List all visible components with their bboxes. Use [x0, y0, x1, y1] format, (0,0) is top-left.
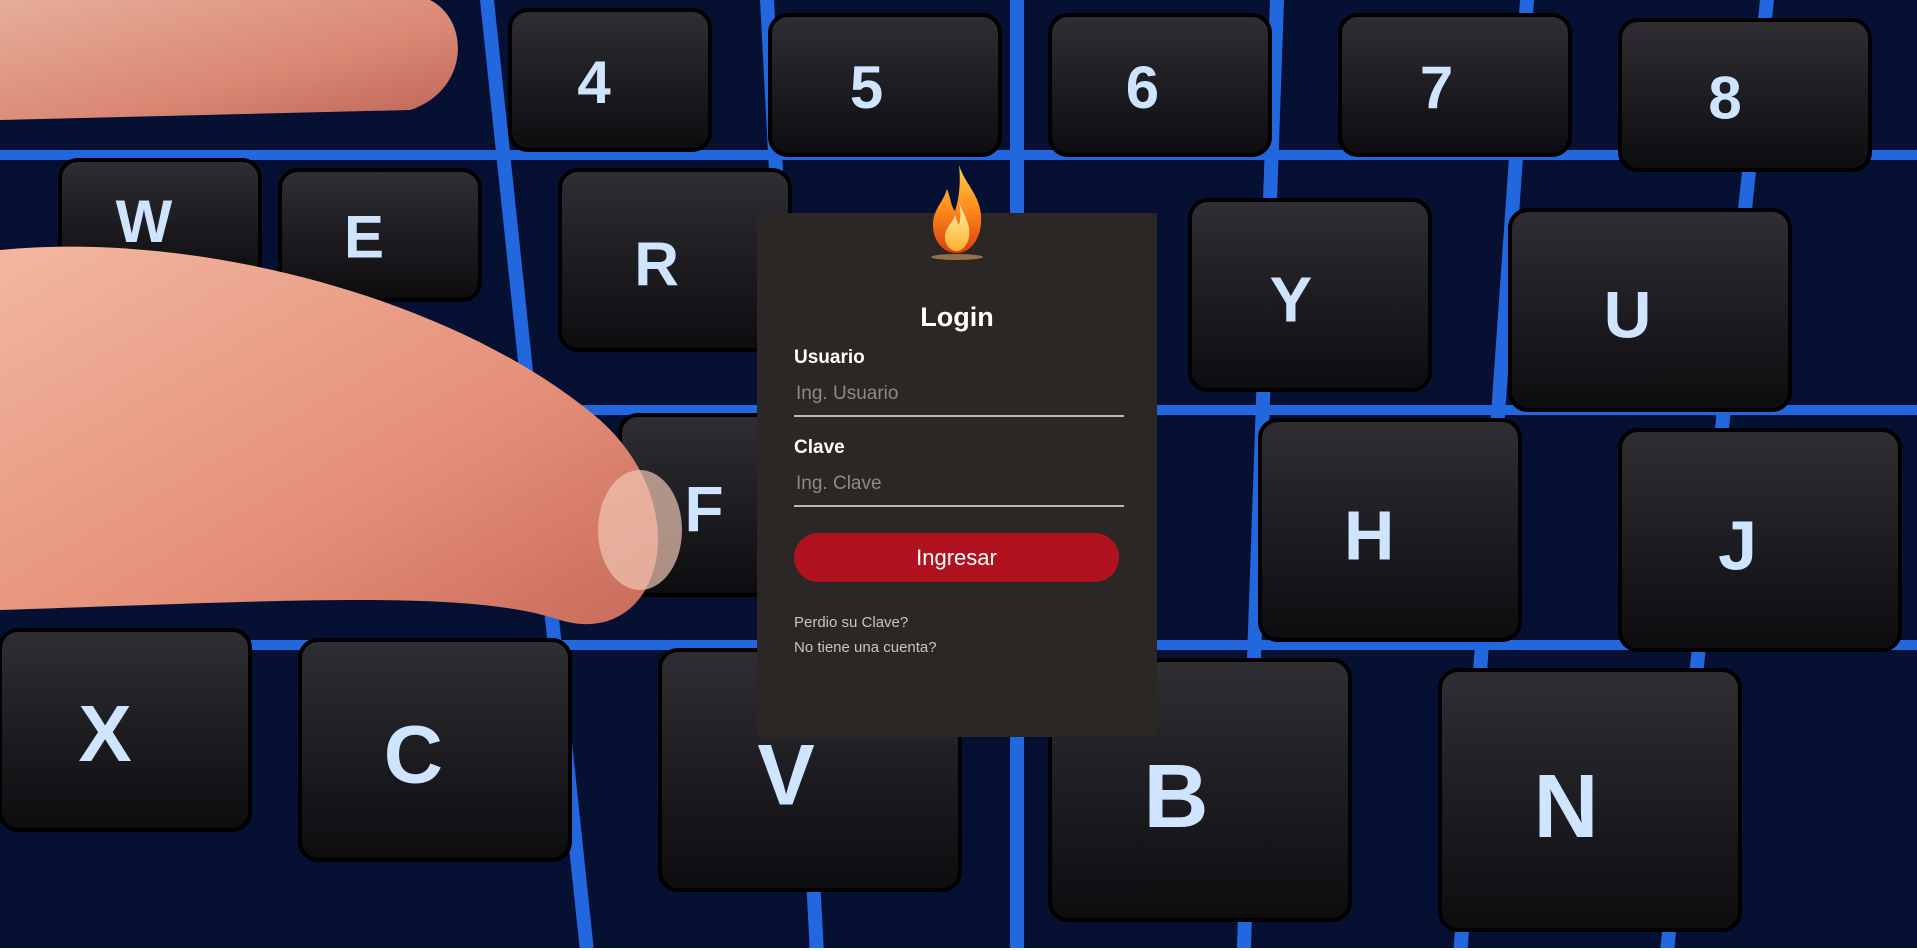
- keycap: 8: [1618, 18, 1872, 172]
- keycap: 7: [1338, 13, 1572, 157]
- login-card: Login Usuario Clave Ingresar Perdio su C…: [757, 165, 1157, 737]
- username-label: Usuario: [794, 347, 865, 368]
- keycap-letter: 7: [1420, 54, 1453, 121]
- flame-icon: [931, 165, 983, 260]
- keycap: 5: [768, 13, 1002, 157]
- keycap: N: [1438, 668, 1742, 932]
- forgot-password-link[interactable]: Perdio su Clave?: [794, 610, 1120, 635]
- username-input[interactable]: [794, 373, 1124, 417]
- keycap: X: [0, 628, 252, 832]
- keycap-letter: X: [78, 689, 131, 778]
- create-account-link[interactable]: No tiene una cuenta?: [794, 635, 1120, 660]
- keycap: J: [1618, 428, 1902, 652]
- password-input[interactable]: [794, 463, 1124, 507]
- keycap: H: [1258, 418, 1522, 642]
- keycap-letter: V: [757, 728, 814, 824]
- keycap-letter: 4: [577, 49, 611, 116]
- keycap-letter: W: [116, 188, 173, 255]
- keycap-letter: R: [634, 230, 679, 299]
- keycap: C: [298, 638, 572, 862]
- keycap: 4: [508, 8, 712, 152]
- keycap-letter: 5: [850, 54, 883, 121]
- keycap-letter: C: [384, 710, 443, 801]
- login-links: Perdio su Clave? No tiene una cuenta?: [794, 610, 1120, 660]
- keycap: R: [558, 168, 792, 352]
- keycap-letter: J: [1718, 506, 1757, 584]
- keycap-letter: H: [1344, 496, 1395, 574]
- password-label: Clave: [794, 437, 845, 458]
- keycap-letter: F: [684, 473, 723, 545]
- keycap-letter: 6: [1126, 54, 1159, 121]
- keycap-letter: U: [1604, 277, 1652, 351]
- keycap-letter: E: [344, 203, 384, 270]
- keycap: 6: [1048, 13, 1272, 157]
- keycap-letter: 8: [1708, 64, 1741, 131]
- keycap: U: [1508, 208, 1792, 412]
- keycap-letter: Y: [1269, 263, 1312, 335]
- keycap: Y: [1188, 198, 1432, 392]
- keycap-letter: B: [1144, 747, 1209, 847]
- login-page: 4 5 6 7 8 W E R Y U F H J X C V B N Login Usuario Ing. Us…: [0, 0, 1917, 951]
- keycap-letter: N: [1534, 757, 1599, 857]
- login-submit-button[interactable]: Ingresar: [794, 533, 1119, 582]
